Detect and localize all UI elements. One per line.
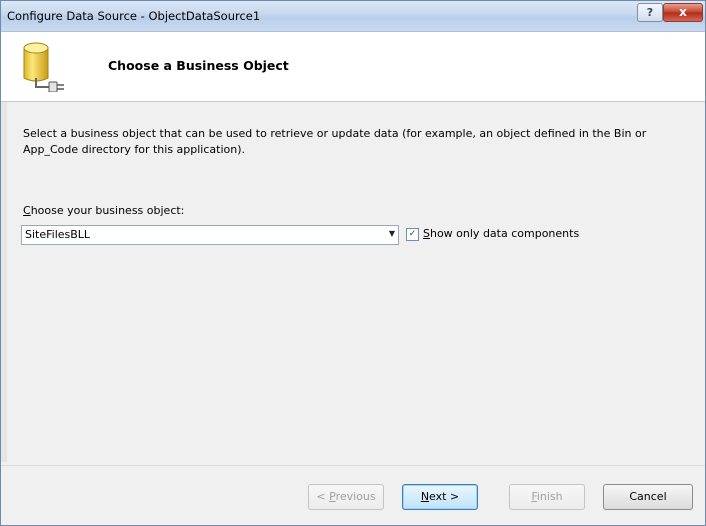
show-only-data-components-label[interactable]: Show only data components: [423, 227, 579, 240]
finish-button[interactable]: Finish: [509, 484, 585, 510]
cancel-button[interactable]: Cancel: [603, 484, 693, 510]
window-title: Configure Data Source - ObjectDataSource…: [7, 9, 261, 23]
chevron-down-icon[interactable]: ▼: [389, 229, 395, 238]
left-border-strip: [1, 102, 7, 462]
show-only-data-components-checkbox[interactable]: ✓: [406, 228, 419, 241]
help-button[interactable]: ?: [637, 3, 663, 22]
database-plug-icon: [23, 42, 64, 92]
close-button[interactable]: x: [663, 3, 703, 22]
configure-data-source-dialog: Configure Data Source - ObjectDataSource…: [0, 0, 706, 526]
footer-separator: [1, 465, 705, 466]
business-object-label: Choose your business object:: [23, 204, 185, 217]
business-object-dropdown[interactable]: SiteFilesBLL ▼: [21, 225, 399, 245]
wizard-header: Choose a Business Object: [1, 32, 705, 102]
business-object-value: SiteFilesBLL: [25, 228, 91, 241]
description-text: Select a business object that can be use…: [23, 127, 647, 156]
next-button[interactable]: Next >: [402, 484, 478, 510]
title-bar[interactable]: Configure Data Source - ObjectDataSource…: [1, 1, 705, 32]
previous-button[interactable]: < Previous: [308, 484, 384, 510]
page-title: Choose a Business Object: [108, 58, 289, 73]
